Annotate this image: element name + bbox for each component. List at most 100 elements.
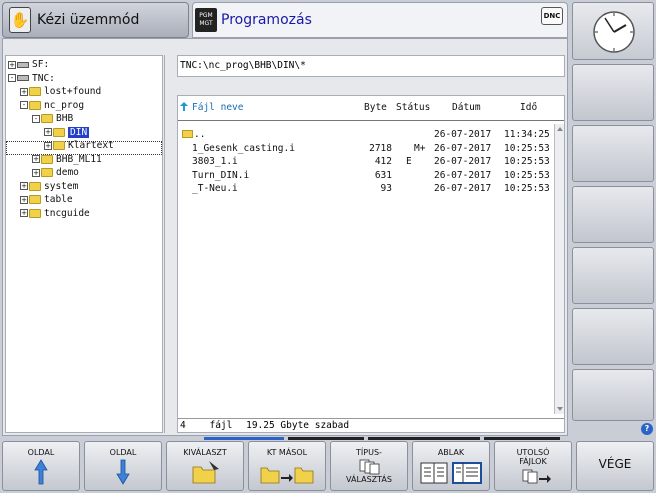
expand-icon[interactable]: + bbox=[44, 128, 52, 136]
tree-item[interactable]: + system bbox=[20, 180, 78, 193]
softkey-end[interactable]: VÉGE bbox=[576, 441, 654, 491]
directory-tree[interactable]: + SF: - TNC: + lost+found - nc_prog - BHB + DIN + Kla… bbox=[5, 55, 163, 433]
expand-icon[interactable]: + bbox=[32, 155, 40, 163]
column-header-status[interactable]: Státus bbox=[396, 102, 430, 113]
tree-item[interactable]: - TNC: bbox=[8, 72, 55, 85]
file-status-bar: 4 fájl 19.25 Gbyte szabad bbox=[178, 418, 564, 432]
mode-tab-manual[interactable]: ✋ Kézi üzemmód bbox=[2, 2, 189, 38]
folder-icon bbox=[29, 100, 41, 110]
softkey-select[interactable]: KIVÁLASZT bbox=[166, 441, 244, 491]
tree-item-label: system bbox=[44, 180, 79, 192]
expand-icon[interactable]: + bbox=[20, 195, 28, 204]
tree-item[interactable]: + Klartext bbox=[44, 139, 114, 152]
arrow-down-icon bbox=[116, 459, 130, 485]
column-header-time[interactable]: Idő bbox=[520, 102, 537, 113]
tree-item[interactable]: + lost+found bbox=[20, 85, 101, 98]
softkey-recent-files-label-1: UTOLSÓ bbox=[516, 448, 550, 457]
column-header-date[interactable]: Dátum bbox=[452, 102, 481, 113]
tree-item[interactable]: + DIN bbox=[44, 126, 90, 139]
tree-item[interactable]: + demo bbox=[32, 166, 79, 179]
folder-icon bbox=[41, 114, 53, 123]
column-header-byte[interactable]: Byte bbox=[364, 102, 387, 113]
folder-icon bbox=[29, 208, 41, 218]
file-list-panel[interactable]: Fájl neve Byte Státus Dátum Idő .. 26-07-… bbox=[177, 95, 565, 433]
collapse-icon[interactable]: - bbox=[20, 101, 28, 109]
softkey-recent-files[interactable]: UTOLSÓ FÁJLOK bbox=[494, 441, 572, 491]
expand-icon[interactable]: + bbox=[32, 168, 40, 177]
file-date: 26-07-2017 bbox=[434, 129, 492, 140]
pgm-mgt-icon: PGM MGT bbox=[195, 8, 217, 32]
path-field: TNC:\nc_prog\BHB\DIN\* bbox=[177, 55, 565, 77]
column-header-name[interactable]: Fájl neve bbox=[192, 102, 243, 113]
file-row[interactable]: _T-Neu.i 93 26-07-2017 10:25:53 bbox=[182, 182, 552, 195]
dnc-icon[interactable]: DNC bbox=[541, 7, 563, 25]
page-indicator-2 bbox=[288, 437, 364, 440]
tree-item[interactable]: + SF: bbox=[8, 58, 49, 71]
file-row[interactable]: Turn_DIN.i 631 26-07-2017 10:25:53 bbox=[182, 169, 552, 182]
file-row[interactable]: .. 26-07-2017 11:34:25 bbox=[182, 128, 552, 141]
side-softkey-3[interactable] bbox=[572, 186, 654, 243]
softkey-select-label: KIVÁLASZT bbox=[183, 448, 227, 457]
tree-item-label: TNC: bbox=[32, 72, 55, 84]
tree-item-label: DIN bbox=[68, 126, 90, 138]
file-byte: 93 bbox=[380, 183, 392, 194]
drive-icon bbox=[17, 61, 29, 68]
file-list-scrollbar[interactable] bbox=[554, 124, 564, 414]
side-softkey-1[interactable] bbox=[572, 64, 654, 121]
file-date: 26-07-2017 bbox=[434, 183, 492, 194]
expand-icon[interactable]: + bbox=[20, 209, 28, 217]
tree-item[interactable]: + tncguide bbox=[20, 207, 90, 220]
expand-icon[interactable]: + bbox=[20, 182, 28, 190]
tree-item-label: table bbox=[44, 194, 73, 205]
softkey-type-select[interactable]: TÍPUS- VÁLASZTÁS bbox=[330, 441, 408, 491]
tree-item[interactable]: - nc_prog bbox=[20, 99, 84, 112]
expand-icon[interactable]: + bbox=[20, 87, 28, 96]
tree-item-label: nc_prog bbox=[44, 99, 85, 111]
file-types-icon bbox=[359, 459, 380, 475]
mode-tab-programming[interactable]: PGM MGT Programozás DNC bbox=[192, 2, 568, 38]
side-softkey-5[interactable] bbox=[572, 308, 654, 365]
softkey-type-select-label-1: TÍPUS- bbox=[356, 448, 382, 457]
file-byte: 631 bbox=[374, 169, 392, 181]
folder-icon bbox=[29, 87, 41, 96]
tree-scrollbar[interactable] bbox=[164, 55, 174, 433]
file-row[interactable]: 1_Gesenk_casting.i 2718 M+ 26-07-2017 10:25:… bbox=[182, 142, 552, 155]
file-time: 10:25:53 bbox=[504, 142, 550, 154]
folder-icon bbox=[53, 127, 65, 137]
clock-widget bbox=[572, 2, 654, 60]
file-time: 10:25:53 bbox=[504, 156, 550, 167]
side-softkey-2[interactable] bbox=[572, 125, 654, 182]
tree-item[interactable]: - BHB bbox=[32, 112, 73, 125]
sort-arrow-icon[interactable] bbox=[180, 102, 188, 114]
arrow-up-icon bbox=[34, 459, 48, 485]
softkey-copy-field[interactable]: KT MÁSOL bbox=[248, 441, 326, 491]
collapse-icon[interactable]: - bbox=[8, 74, 16, 82]
folder-icon bbox=[41, 168, 53, 177]
expand-icon[interactable]: + bbox=[8, 60, 16, 69]
softkey-page-indicator bbox=[204, 437, 564, 440]
expand-icon[interactable]: + bbox=[44, 141, 52, 150]
programming-label: Programozás bbox=[221, 12, 312, 28]
file-manager-window: + SF: - TNC: + lost+found - nc_prog - BHB + DIN + Kla… bbox=[2, 38, 568, 436]
file-row[interactable]: 3803_1.i 412 E 26-07-2017 10:25:53 bbox=[182, 155, 552, 168]
file-byte: 2718 bbox=[369, 142, 392, 154]
softkey-window[interactable]: ABLAK bbox=[412, 441, 490, 491]
tree-item[interactable]: + table bbox=[20, 193, 73, 206]
header-divider bbox=[178, 120, 564, 121]
page-indicator-4 bbox=[484, 437, 560, 440]
collapse-icon[interactable]: - bbox=[32, 114, 40, 123]
copy-folder-icon bbox=[260, 467, 314, 484]
page-indicator-3 bbox=[368, 437, 480, 440]
softkey-page-down-label: OLDAL bbox=[109, 448, 137, 457]
folder-select-icon bbox=[192, 461, 219, 484]
softkey-page-down[interactable]: OLDAL bbox=[84, 441, 162, 491]
file-date: 26-07-2017 bbox=[434, 169, 492, 181]
file-date: 26-07-2017 bbox=[434, 156, 492, 167]
side-softkey-4[interactable] bbox=[572, 247, 654, 304]
file-count-unit: fájl bbox=[209, 420, 233, 431]
file-status: E bbox=[406, 156, 412, 167]
tree-item[interactable]: + BHB_ML11 bbox=[32, 153, 102, 166]
help-icon[interactable]: ? bbox=[641, 423, 653, 435]
softkey-page-up[interactable]: OLDAL bbox=[2, 441, 80, 491]
side-softkey-6[interactable] bbox=[572, 369, 654, 421]
